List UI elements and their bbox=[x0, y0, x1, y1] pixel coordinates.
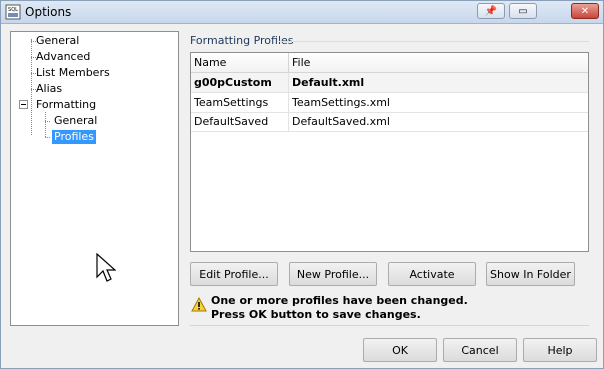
tree-item-formatting-general[interactable]: General bbox=[52, 114, 99, 128]
warning-icon bbox=[191, 297, 207, 312]
close-button[interactable]: ✕ bbox=[571, 3, 599, 19]
mouse-cursor-icon bbox=[96, 253, 116, 282]
new-profile-button[interactable]: New Profile... bbox=[289, 262, 377, 286]
tree-item-formatting[interactable]: Formatting bbox=[34, 98, 98, 112]
profiles-table[interactable]: Name File g00pCustom Default.xml TeamSet… bbox=[190, 52, 589, 252]
restore-icon: ▭ bbox=[518, 5, 528, 17]
group-divider bbox=[279, 41, 589, 42]
tree-item-list-members[interactable]: List Members bbox=[34, 66, 112, 80]
help-button[interactable]: Help bbox=[523, 338, 597, 362]
footer-separator bbox=[190, 325, 589, 326]
table-row[interactable]: DefaultSaved DefaultSaved.xml bbox=[191, 112, 588, 132]
profile-file: DefaultSaved.xml bbox=[292, 115, 390, 128]
tree-item-profiles[interactable]: Profiles bbox=[52, 130, 96, 144]
formatting-profiles-label: Formatting Profiles bbox=[190, 34, 294, 47]
pin-button[interactable]: 📌 bbox=[477, 3, 505, 19]
svg-text:SQL: SQL bbox=[8, 7, 18, 13]
collapse-toggle-icon[interactable] bbox=[19, 100, 28, 109]
window-title: Options bbox=[25, 5, 72, 19]
options-dialog: SQL Options 📌 ▭ ✕ General Advanced List … bbox=[0, 0, 604, 369]
tree-item-advanced[interactable]: Advanced bbox=[34, 50, 92, 64]
cell-divider bbox=[288, 93, 289, 112]
warning-line-2: Press OK button to save changes. bbox=[211, 308, 421, 321]
restore-button[interactable]: ▭ bbox=[509, 3, 537, 19]
options-tree[interactable]: General Advanced List Members Alias Form… bbox=[10, 31, 179, 326]
profiles-changed-warning: One or more profiles have been changed. … bbox=[211, 294, 468, 322]
warning-line-1: One or more profiles have been changed. bbox=[211, 294, 468, 307]
column-divider[interactable] bbox=[288, 53, 289, 72]
cancel-button[interactable]: Cancel bbox=[443, 338, 517, 362]
profile-file: Default.xml bbox=[292, 76, 365, 89]
tree-item-alias[interactable]: Alias bbox=[34, 82, 64, 96]
tree-line bbox=[45, 121, 50, 122]
profile-file: TeamSettings.xml bbox=[292, 96, 390, 109]
ok-button[interactable]: OK bbox=[363, 338, 437, 362]
table-row[interactable]: g00pCustom Default.xml bbox=[191, 73, 588, 93]
column-header-file[interactable]: File bbox=[292, 56, 310, 69]
title-bar[interactable]: SQL Options 📌 ▭ ✕ bbox=[1, 1, 603, 24]
table-header: Name File bbox=[191, 53, 588, 73]
cell-divider bbox=[288, 73, 289, 92]
tree-item-general[interactable]: General bbox=[34, 34, 81, 48]
close-icon: ✕ bbox=[580, 5, 590, 17]
column-header-name[interactable]: Name bbox=[194, 56, 226, 69]
edit-profile-button[interactable]: Edit Profile... bbox=[190, 262, 278, 286]
tree-line bbox=[45, 137, 50, 138]
cell-divider bbox=[288, 112, 289, 131]
pin-icon: 📌 bbox=[484, 5, 498, 17]
sql-app-icon: SQL bbox=[5, 4, 21, 20]
table-row[interactable]: TeamSettings TeamSettings.xml bbox=[191, 93, 588, 113]
profile-name: DefaultSaved bbox=[194, 115, 269, 128]
profile-name: TeamSettings bbox=[194, 96, 269, 109]
profile-name: g00pCustom bbox=[194, 76, 272, 89]
activate-button[interactable]: Activate bbox=[388, 262, 476, 286]
tree-line bbox=[31, 39, 32, 135]
show-in-folder-button[interactable]: Show In Folder bbox=[486, 262, 575, 286]
tree-line bbox=[45, 112, 46, 137]
